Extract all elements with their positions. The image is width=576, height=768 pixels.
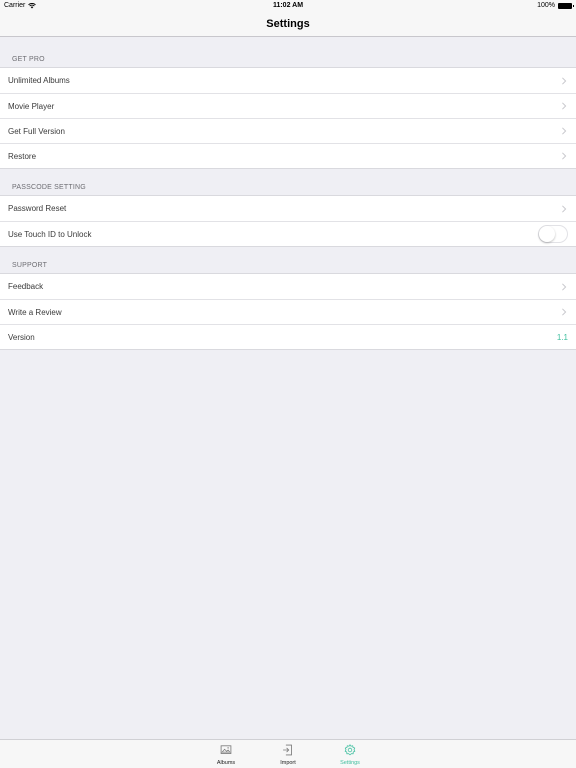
row-label: Restore: [8, 151, 37, 161]
row-label: Version: [8, 332, 35, 342]
section-header-support: SUPPORT: [12, 262, 48, 269]
status-time: 11:02 AM: [272, 2, 304, 9]
toggle-knob: [539, 226, 555, 242]
battery-icon: [558, 2, 574, 9]
row-label: Password Reset: [8, 204, 67, 213]
status-bar: Carrier 11:02 AM 100%: [0, 0, 576, 12]
gear-icon: [344, 744, 356, 756]
navigation-bar: Settings: [0, 12, 576, 37]
row-write-review[interactable]: Write a Review: [0, 299, 576, 324]
chevron-right-icon: [562, 308, 567, 316]
tab-bar: Albums Import Settings: [0, 739, 576, 768]
tab-import[interactable]: Import: [276, 740, 300, 768]
chevron-right-icon: [562, 127, 567, 135]
section-header-get-pro: GET PRO: [12, 56, 45, 63]
chevron-right-icon: [562, 76, 567, 85]
battery-indicator: 100%: [537, 2, 574, 9]
row-movie-player[interactable]: Movie Player: [0, 93, 576, 118]
battery-percent: 100%: [537, 2, 555, 9]
row-restore[interactable]: Restore: [0, 143, 576, 168]
row-label: Unlimited Albums: [8, 76, 70, 85]
row-feedback[interactable]: Feedback: [0, 274, 576, 299]
page-title: Settings: [266, 18, 310, 30]
section-header-passcode: PASSCODE SETTING: [12, 184, 86, 191]
row-password-reset[interactable]: Password Reset: [0, 196, 576, 221]
chevron-right-icon: [562, 204, 567, 213]
chevron-right-icon: [562, 152, 567, 160]
row-label: Feedback: [8, 282, 44, 291]
row-label: Movie Player: [8, 101, 55, 111]
row-label: Use Touch ID to Unlock: [8, 229, 92, 239]
row-unlimited-albums[interactable]: Unlimited Albums: [0, 68, 576, 93]
tab-label: Settings: [340, 760, 360, 766]
chevron-right-icon: [562, 102, 567, 110]
tab-label: Albums: [216, 760, 236, 766]
settings-list: GET PRO Unlimited Albums Movie Player Ge…: [0, 37, 576, 350]
import-icon: [283, 744, 292, 756]
group-get-pro: Unlimited Albums Movie Player Get Full V…: [0, 67, 576, 169]
tab-settings[interactable]: Settings: [338, 740, 362, 768]
chevron-right-icon: [562, 282, 567, 291]
tab-albums[interactable]: Albums: [214, 740, 238, 768]
row-get-full-version[interactable]: Get Full Version: [0, 118, 576, 143]
group-support: Feedback Write a Review Version 1.1: [0, 273, 576, 350]
albums-icon: [220, 745, 232, 754]
version-value: 1.1: [556, 332, 568, 342]
row-touch-id: Use Touch ID to Unlock: [0, 221, 576, 246]
row-label: Get Full Version: [8, 126, 65, 136]
group-passcode: Password Reset Use Touch ID to Unlock: [0, 195, 576, 247]
row-label: Write a Review: [8, 307, 62, 317]
tab-label: Import: [280, 760, 296, 766]
row-version: Version 1.1: [0, 324, 576, 349]
touch-id-toggle[interactable]: [538, 225, 568, 243]
